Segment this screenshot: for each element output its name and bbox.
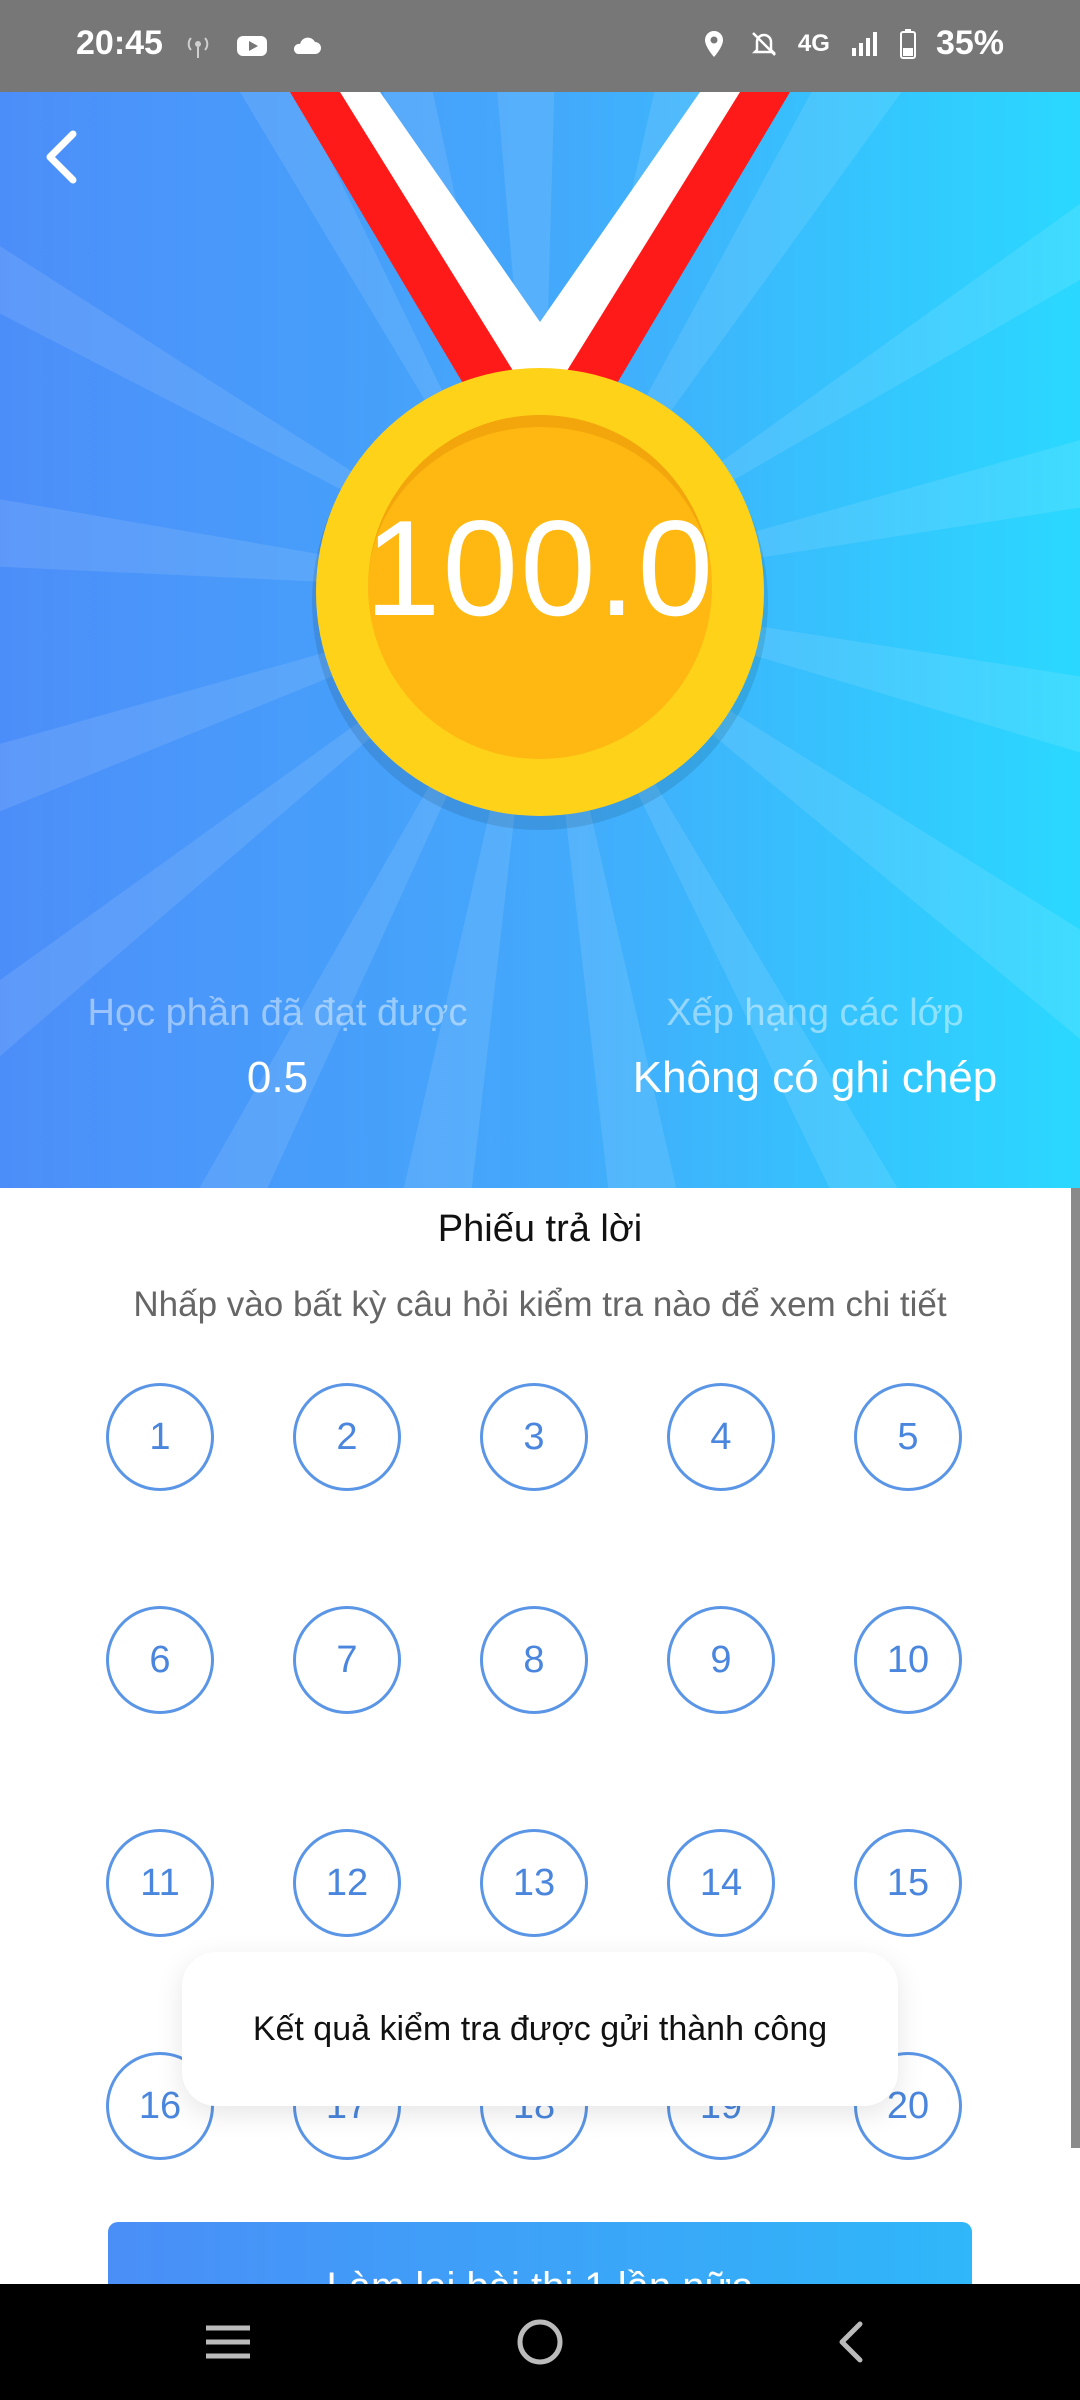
question-button[interactable]: 13 (480, 1829, 588, 1937)
home-icon[interactable] (510, 2312, 570, 2372)
status-right: 4G 35% (698, 24, 1004, 63)
question-button[interactable]: 12 (293, 1829, 401, 1937)
question-button[interactable]: 4 (667, 1383, 775, 1491)
credits-label: Học phần đã đạt được (87, 992, 468, 1034)
cloud-icon (293, 37, 321, 54)
credits-stat: Học phần đã đạt được 0.5 (70, 992, 485, 1103)
status-left-icons (182, 30, 322, 62)
question-button[interactable]: 8 (480, 1606, 588, 1714)
status-time: 20:45 (76, 24, 163, 62)
question-button[interactable]: 9 (667, 1606, 775, 1714)
score-value: 100.0 (364, 492, 716, 644)
result-header: 100.0 Học phần đã đạt được 0.5 Xếp hạng … (0, 92, 1080, 1188)
status-bar: 20:45 4G 35% (0, 0, 1080, 92)
question-button[interactable]: 1 (106, 1383, 214, 1491)
question-button[interactable]: 7 (293, 1606, 401, 1714)
question-button[interactable]: 15 (854, 1829, 962, 1937)
back-icon[interactable] (822, 2312, 882, 2372)
youtube-icon (237, 36, 267, 56)
question-button[interactable]: 14 (667, 1829, 775, 1937)
battery-percent: 35% (935, 24, 1004, 62)
signal-icon (851, 31, 877, 56)
rank-value: Không có ghi chép (632, 1053, 998, 1102)
rank-label: Xếp hạng các lớp (666, 992, 964, 1034)
scrollbar[interactable] (1071, 1188, 1080, 2148)
question-button[interactable]: 11 (106, 1829, 214, 1937)
rank-stat: Xếp hạng các lớp Không có ghi chép (615, 992, 1015, 1103)
question-button[interactable]: 3 (480, 1383, 588, 1491)
answer-sheet-title: Phiếu trả lời (437, 1208, 643, 1250)
battery-icon (899, 28, 916, 59)
credits-value: 0.5 (246, 1053, 309, 1102)
question-button[interactable]: 6 (106, 1606, 214, 1714)
system-nav-bar (0, 2284, 1080, 2400)
question-button[interactable]: 5 (854, 1383, 962, 1491)
answer-sheet-hint: Nhấp vào bất kỳ câu hỏi kiểm tra nào để … (133, 1285, 947, 1324)
success-toast: Kết quả kiểm tra được gửi thành công (182, 1952, 898, 2106)
question-button[interactable]: 2 (293, 1383, 401, 1491)
bell-off-icon (751, 31, 776, 56)
network-type: 4G (797, 29, 830, 57)
question-button[interactable]: 10 (854, 1606, 962, 1714)
back-chevron-icon[interactable] (28, 122, 98, 192)
hotspot-icon (187, 37, 209, 58)
location-icon (704, 30, 723, 57)
menu-icon[interactable] (198, 2312, 258, 2372)
